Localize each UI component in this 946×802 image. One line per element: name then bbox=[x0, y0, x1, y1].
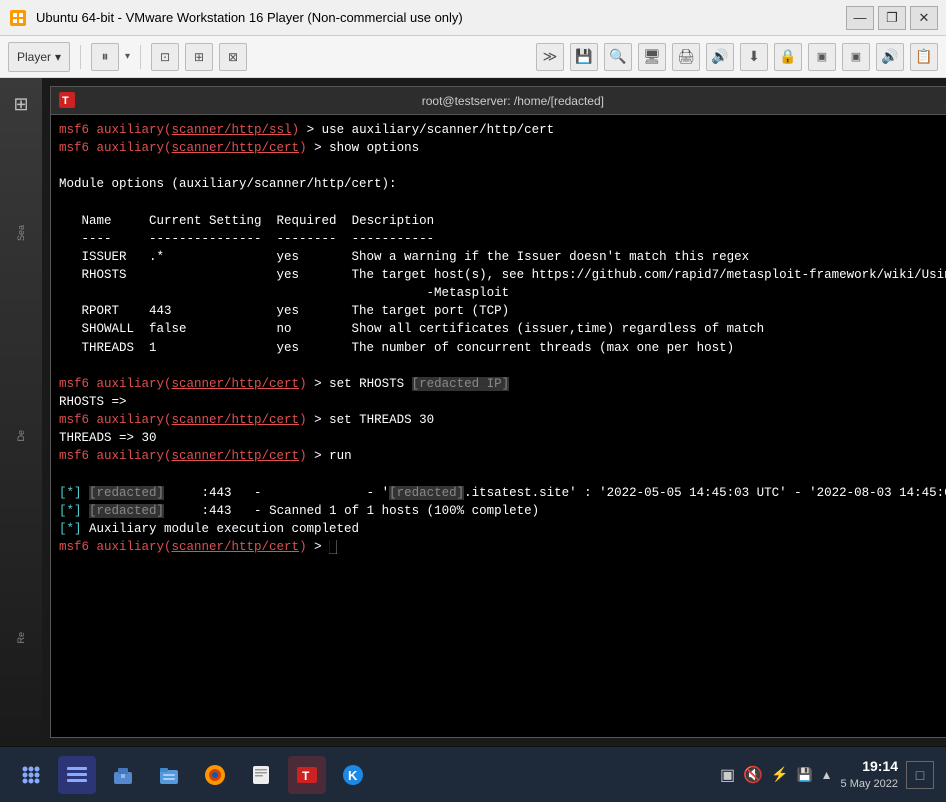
clock-date: 5 May 2022 bbox=[841, 777, 898, 792]
usb2-button[interactable]: ▣ bbox=[842, 43, 870, 71]
clipboard-button[interactable]: 📋 bbox=[910, 43, 938, 71]
terminal-line-module-opts: Module options (auxiliary/scanner/http/c… bbox=[59, 175, 946, 193]
svg-text:K: K bbox=[348, 768, 358, 783]
table-header: Name Current Setting Required Descriptio… bbox=[59, 212, 946, 230]
terminal-scan-line1: [*] [redacted] :443 - - '[redacted].itsa… bbox=[59, 484, 946, 502]
table-divider: ---- --------------- -------- ----------… bbox=[59, 230, 946, 248]
fullscreen-button[interactable]: ⊞ bbox=[185, 43, 213, 71]
sidebar-label-re: Re bbox=[16, 632, 26, 644]
svg-text:T: T bbox=[62, 95, 69, 107]
inner-window-controls: _ △ ✕ bbox=[941, 93, 946, 109]
show-desktop-icon: □ bbox=[916, 767, 924, 783]
usb1-button[interactable]: ▣ bbox=[808, 43, 836, 71]
restore-button[interactable]: ❐ bbox=[878, 6, 906, 30]
volume2-button[interactable]: 🔊 bbox=[876, 43, 904, 71]
taskbar-terminal[interactable]: T bbox=[288, 756, 326, 794]
snapshot-button[interactable]: 💾 bbox=[570, 43, 598, 71]
inner-minimize-btn[interactable]: _ bbox=[941, 93, 946, 109]
toolbar-separator-2 bbox=[140, 45, 141, 69]
title-bar: Ubuntu 64-bit - VMware Workstation 16 Pl… bbox=[0, 0, 946, 36]
terminal-scan-line2: [*] [redacted] :443 - Scanned 1 of 1 hos… bbox=[59, 502, 946, 520]
pause-button[interactable]: ⏸ bbox=[91, 43, 119, 71]
arrow-tray-icon[interactable]: ▲ bbox=[821, 768, 833, 782]
taskbar-apps-menu[interactable] bbox=[12, 756, 50, 794]
taskbar-firefox[interactable] bbox=[196, 756, 234, 794]
unity-button[interactable]: ⊠ bbox=[219, 43, 247, 71]
table-row-rport: RPORT 443 yes The target port (TCP) bbox=[59, 302, 946, 320]
inner-window-title: root@testserver: /home/[redacted] bbox=[85, 94, 941, 108]
pause-dropdown: ▾ bbox=[125, 51, 130, 62]
svg-text:T: T bbox=[302, 769, 310, 783]
window-title: Ubuntu 64-bit - VMware Workstation 16 Pl… bbox=[36, 10, 846, 25]
taskbar-clock: 19:14 5 May 2022 bbox=[841, 757, 898, 792]
terminal-line-blank3 bbox=[59, 357, 946, 375]
table-row-rhosts: RHOSTS yes The target host(s), see https… bbox=[59, 266, 946, 284]
minimize-button[interactable]: — bbox=[846, 6, 874, 30]
app-icon bbox=[8, 8, 28, 28]
terminal-line-blank1 bbox=[59, 157, 946, 175]
close-button[interactable]: ✕ bbox=[910, 6, 938, 30]
print-button[interactable]: 🖨 bbox=[672, 43, 700, 71]
terminal-line-blank4 bbox=[59, 465, 946, 483]
terminal-line-set-threads: msf6 auxiliary(scanner/http/cert) > set … bbox=[59, 411, 946, 429]
player-dropdown-icon: ▾ bbox=[55, 50, 61, 64]
terminal-line-run: msf6 auxiliary(scanner/http/cert) > run bbox=[59, 447, 946, 465]
fast-forward-button[interactable]: ≫ bbox=[536, 43, 564, 71]
clock-time: 19:14 bbox=[841, 757, 898, 777]
terminal-app-icon: T bbox=[59, 92, 77, 110]
sidebar-label-dev: De bbox=[16, 430, 26, 442]
terminal-line-1: msf6 auxiliary(scanner/http/ssl) > use a… bbox=[59, 121, 946, 139]
zoom-button[interactable]: 🔍 bbox=[604, 43, 632, 71]
terminal-line-rhosts-result: RHOSTS => bbox=[59, 393, 946, 411]
screen-tray-icon[interactable]: ▣ bbox=[720, 765, 735, 785]
taskbar-file-mgr[interactable] bbox=[150, 756, 188, 794]
storage-tray-icon[interactable]: 💾 bbox=[796, 767, 812, 783]
toolbar-separator-1 bbox=[80, 45, 81, 69]
player-menu-button[interactable]: Player ▾ bbox=[8, 42, 70, 72]
sidebar-icon-1[interactable]: ⊞ bbox=[3, 86, 39, 122]
table-row-rhosts-cont: -Metasploit bbox=[59, 284, 946, 302]
volume-tray-icon[interactable]: 🔇 bbox=[743, 765, 763, 785]
taskbar-package-mgr[interactable] bbox=[104, 756, 142, 794]
show-desktop-button[interactable]: □ bbox=[906, 761, 934, 789]
terminal-window: T root@testserver: /home/[redacted] _ △ … bbox=[50, 86, 946, 738]
taskbar-text-editor[interactable] bbox=[242, 756, 280, 794]
taskbar: T K ▣ 🔇 ⚡ 💾 ▲ 19:14 5 May 2022 □ bbox=[0, 746, 946, 802]
player-label: Player bbox=[17, 50, 51, 64]
table-row-threads: THREADS 1 yes The number of concurrent t… bbox=[59, 339, 946, 357]
taskbar-kde[interactable]: K bbox=[334, 756, 372, 794]
table-row-issuer: ISSUER .* yes Show a warning if the Issu… bbox=[59, 248, 946, 266]
taskbar-system-mgr[interactable] bbox=[58, 756, 96, 794]
toolbar: Player ▾ ⏸ ▾ ⊡ ⊞ ⊠ ≫ 💾 🔍 🖥 🖨 🔊 ⬇ 🔒 ▣ ▣ 🔊… bbox=[0, 36, 946, 78]
window-controls: — ❐ ✕ bbox=[846, 6, 938, 30]
inner-title-bar: T root@testserver: /home/[redacted] _ △ … bbox=[50, 86, 946, 114]
send-keys-button[interactable]: ⊡ bbox=[151, 43, 179, 71]
audio-button[interactable]: 🔊 bbox=[706, 43, 734, 71]
bluetooth-tray-icon[interactable]: ⚡ bbox=[771, 766, 788, 783]
terminal-line-threads-result: THREADS => 30 bbox=[59, 429, 946, 447]
left-sidebar: ⊞ Sea De Re bbox=[0, 78, 42, 746]
terminal-line-set-rhosts: msf6 auxiliary(scanner/http/cert) > set … bbox=[59, 375, 946, 393]
download-button[interactable]: ⬇ bbox=[740, 43, 768, 71]
terminal-scan-line3: [*] Auxiliary module execution completed bbox=[59, 520, 946, 538]
terminal-line-blank2 bbox=[59, 194, 946, 212]
lock-button[interactable]: 🔒 bbox=[774, 43, 802, 71]
system-tray: ▣ 🔇 ⚡ 💾 ▲ bbox=[720, 765, 833, 785]
terminal-line-2: msf6 auxiliary(scanner/http/cert) > show… bbox=[59, 139, 946, 157]
terminal-content[interactable]: msf6 auxiliary(scanner/http/ssl) > use a… bbox=[50, 114, 946, 738]
display-button[interactable]: 🖥 bbox=[638, 43, 666, 71]
terminal-final-prompt: msf6 auxiliary(scanner/http/cert) > █ bbox=[59, 538, 946, 556]
table-row-showall: SHOWALL false no Show all certificates (… bbox=[59, 320, 946, 338]
sidebar-label-search: Sea bbox=[16, 225, 26, 241]
